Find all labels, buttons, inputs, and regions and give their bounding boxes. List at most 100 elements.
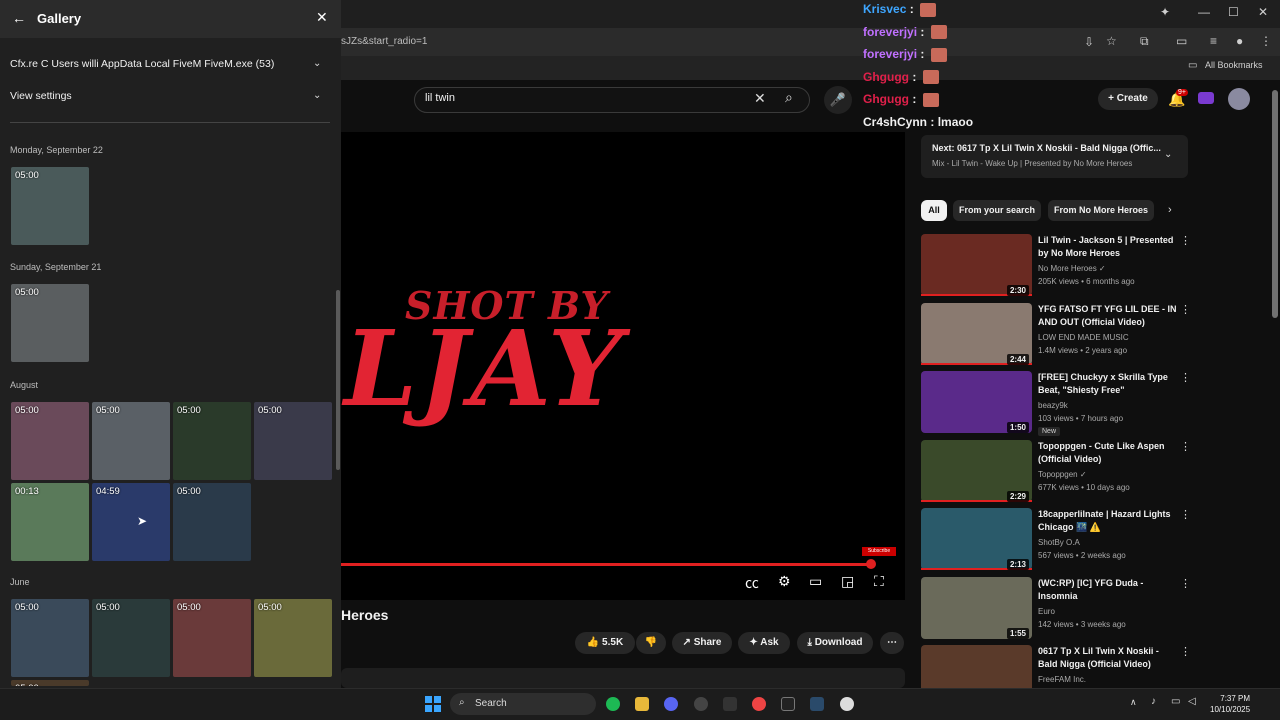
- download-button[interactable]: ⤓ Download: [797, 632, 873, 654]
- gallery-thumbnail[interactable]: 05:00: [254, 402, 332, 480]
- media-icon[interactable]: ≡: [1210, 34, 1217, 48]
- chip-all[interactable]: All: [921, 200, 947, 221]
- more-options-icon[interactable]: ⋮: [1180, 577, 1191, 590]
- minimize-icon[interactable]: —: [1198, 5, 1210, 19]
- window-close-icon[interactable]: ✕: [1258, 5, 1268, 19]
- gallery-thumbnail[interactable]: 05:00: [11, 599, 89, 677]
- chevron-down-icon[interactable]: ⌄: [313, 90, 321, 101]
- recommendation-item[interactable]: 1:55 (WC:RP) [IC] YFG Duda - Insomnia Euro…: [921, 576, 1271, 643]
- cast-icon[interactable]: ◲: [841, 573, 854, 590]
- gallery-thumbnail[interactable]: 05:00: [92, 402, 170, 480]
- gallery-thumbnail[interactable]: 05:00: [173, 483, 251, 561]
- back-arrow-icon[interactable]: ←: [12, 10, 26, 26]
- gallery-thumbnail[interactable]: 05:00: [11, 402, 89, 480]
- file-explorer-icon[interactable]: [635, 697, 649, 711]
- channel-name[interactable]: LOW END MADE MUSIC: [1038, 333, 1129, 342]
- all-bookmarks-link[interactable]: All Bookmarks: [1205, 60, 1263, 70]
- profile-icon[interactable]: ●: [1236, 34, 1243, 48]
- recommendation-item[interactable]: 2:29 Topoppgen - Cute Like Aspen (Officia…: [921, 439, 1271, 506]
- volume-icon[interactable]: ◁: [1188, 696, 1196, 707]
- network-icon[interactable]: ▭: [1171, 696, 1180, 707]
- video-title[interactable]: 18capperlilnate | Hazard Lights Chicago …: [1038, 508, 1178, 534]
- chrome-icon[interactable]: [752, 697, 766, 711]
- more-options-icon[interactable]: ⋮: [1180, 371, 1191, 384]
- install-icon[interactable]: ⇩: [1084, 35, 1094, 49]
- recommendation-item[interactable]: 2:13 18capperlilnate | Hazard Lights Chic…: [921, 508, 1271, 574]
- more-options-icon[interactable]: ⋮: [1180, 303, 1191, 316]
- app-icon[interactable]: [840, 697, 854, 711]
- close-icon[interactable]: ✕: [316, 9, 328, 26]
- spotify-icon[interactable]: [606, 697, 620, 711]
- live-icon[interactable]: [1198, 92, 1214, 104]
- star-icon[interactable]: ☆: [1106, 34, 1117, 48]
- extensions-icon[interactable]: ⧉: [1140, 34, 1149, 49]
- fullscreen-icon[interactable]: ⛶: [874, 573, 884, 590]
- extension-icon[interactable]: ✦: [1160, 5, 1170, 19]
- channel-name[interactable]: ShotBy O.A: [1038, 538, 1080, 547]
- clock[interactable]: 7:37 PM 10/10/2025: [1210, 693, 1250, 715]
- video-title[interactable]: 0617 Tp X Lil Twin X Noskii - Bald Nigga…: [1038, 645, 1178, 671]
- chevron-up-icon[interactable]: ∧: [1130, 697, 1137, 708]
- dislike-button[interactable]: 👎: [636, 632, 666, 654]
- chevron-down-icon[interactable]: ⌄: [313, 58, 321, 69]
- more-options-icon[interactable]: ⋮: [1180, 645, 1191, 658]
- gallery-thumbnail[interactable]: 05:00: [11, 680, 89, 686]
- channel-name[interactable]: Euro: [1038, 607, 1055, 616]
- video-title[interactable]: [FREE] Chuckyy x Skrilla Type Beat, "Shi…: [1038, 371, 1178, 397]
- gallery-thumbnail[interactable]: 05:00: [92, 599, 170, 677]
- more-options-icon[interactable]: ⋮: [1180, 508, 1191, 521]
- gallery-thumbnail[interactable]: 00:13: [11, 483, 89, 561]
- chevron-right-icon[interactable]: ›: [1168, 204, 1172, 216]
- view-settings[interactable]: View settings: [10, 90, 72, 102]
- mic-icon[interactable]: 🎤: [824, 86, 852, 114]
- chevron-down-icon[interactable]: ⌄: [1164, 149, 1172, 160]
- epic-games-icon[interactable]: [723, 697, 737, 711]
- up-next-panel[interactable]: [921, 135, 1188, 178]
- steam-icon[interactable]: [810, 697, 824, 711]
- browser-menu-icon[interactable]: ⋮: [1260, 34, 1272, 48]
- chip-from-channel[interactable]: From No More Heroes: [1048, 200, 1154, 221]
- captions-icon[interactable]: ㏄: [745, 573, 759, 593]
- page-scrollbar[interactable]: [1272, 90, 1278, 318]
- more-actions-button[interactable]: ⋯: [880, 632, 904, 654]
- search-input[interactable]: lil twin: [425, 92, 455, 104]
- more-options-icon[interactable]: ⋮: [1180, 440, 1191, 453]
- clear-search-icon[interactable]: ✕: [754, 90, 766, 107]
- recommendation-item[interactable]: 1:50 [FREE] Chuckyy x Skrilla Type Beat, …: [921, 371, 1271, 437]
- gallery-thumbnail[interactable]: 05:00: [11, 284, 89, 362]
- source-selector[interactable]: Cfx.re C Users willi AppData Local FiveM…: [10, 58, 274, 70]
- gallery-thumbnail[interactable]: 05:00: [254, 599, 332, 677]
- channel-name[interactable]: FreeFAM Inc.: [1038, 675, 1086, 684]
- gallery-thumbnail[interactable]: 04:59: [92, 483, 170, 561]
- channel-name[interactable]: beazy9k: [1038, 401, 1068, 410]
- channel-name[interactable]: Topoppgen ✓: [1038, 470, 1087, 479]
- search-icon[interactable]: ⌕: [785, 89, 793, 106]
- recommendation-item[interactable]: 2:30 Lil Twin - Jackson 5 | Presented by …: [921, 234, 1271, 300]
- gallery-thumbnail[interactable]: 05:00: [173, 599, 251, 677]
- comment-area[interactable]: [341, 668, 905, 688]
- like-button[interactable]: 👍 5.5K: [575, 632, 635, 654]
- ask-button[interactable]: ✦ Ask: [738, 632, 790, 654]
- progress-bar[interactable]: [341, 563, 871, 566]
- discord-icon[interactable]: [664, 697, 678, 711]
- recommendation-item[interactable]: 2:44 YFG FATSO FT YFG LIL DEE - IN AND OU…: [921, 302, 1271, 369]
- share-button[interactable]: ↗ Share: [672, 632, 732, 654]
- video-title[interactable]: YFG FATSO FT YFG LIL DEE - IN AND OUT (O…: [1038, 303, 1178, 329]
- theater-mode-icon[interactable]: ▭: [809, 573, 822, 590]
- subscribe-watermark[interactable]: Subscribe: [862, 547, 896, 556]
- windows-start-icon[interactable]: [425, 696, 441, 712]
- video-title[interactable]: Topoppgen - Cute Like Aspen (Official Vi…: [1038, 440, 1178, 466]
- app-icon[interactable]: [781, 697, 795, 711]
- mic-icon[interactable]: ♪: [1151, 696, 1156, 707]
- gallery-thumbnail[interactable]: 05:00: [173, 402, 251, 480]
- video-title[interactable]: (WC:RP) [IC] YFG Duda - Insomnia: [1038, 577, 1178, 603]
- channel-name[interactable]: No More Heroes ✓: [1038, 264, 1106, 273]
- video-title[interactable]: Lil Twin - Jackson 5 | Presented by No M…: [1038, 234, 1178, 260]
- gallery-thumbnail[interactable]: 05:00: [11, 167, 89, 245]
- up-next-title[interactable]: Next: 0617 Tp X Lil Twin X Noskii - Bald…: [932, 143, 1161, 153]
- url-text[interactable]: sJZs&start_radio=1: [341, 36, 427, 47]
- create-button[interactable]: + Create: [1098, 88, 1158, 110]
- cast-icon[interactable]: ▭: [1176, 34, 1187, 48]
- search-box[interactable]: [414, 87, 810, 113]
- avatar[interactable]: [1228, 88, 1250, 110]
